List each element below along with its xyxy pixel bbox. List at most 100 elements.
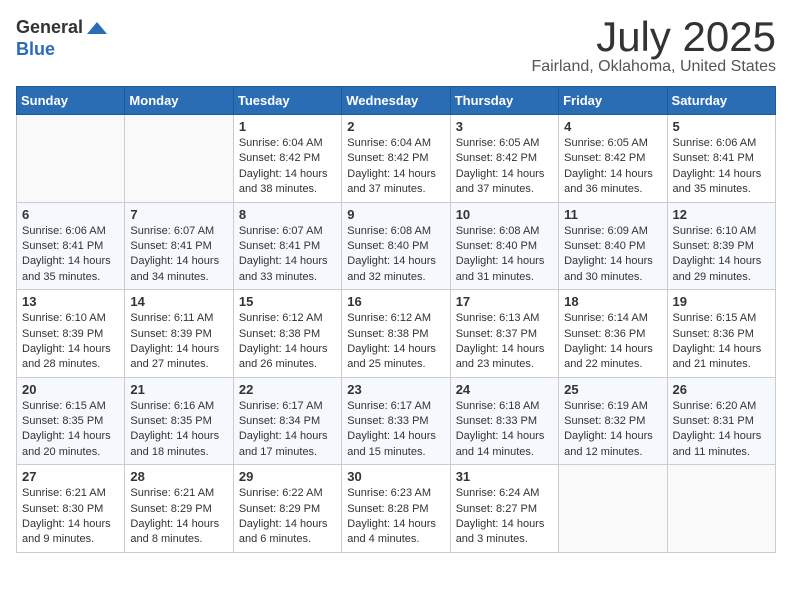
cell-text: Sunrise: 6:04 AM Sunset: 8:42 PM Dayligh… <box>239 136 336 198</box>
table-row: 12Sunrise: 6:10 AM Sunset: 8:39 PM Dayli… <box>667 202 775 290</box>
table-row: 28 Sunrise: 6:21 AM Sunset: 8:29 PM Dayli… <box>125 465 233 553</box>
col-monday: Monday <box>125 87 233 115</box>
cell-text: Sunrise: 6:06 AM Sunset: 8:41 PM Dayligh… <box>673 136 770 198</box>
calendar-week-row: 13 Sunrise: 6:10 AM Sunset: 8:39 PM Dayli… <box>17 290 776 378</box>
page-header: General Blue July 2025 Fairland, Oklahom… <box>16 16 776 76</box>
col-tuesday: Tuesday <box>233 87 341 115</box>
table-row: 7Sunrise: 6:07 AM Sunset: 8:41 PM Daylig… <box>125 202 233 290</box>
table-row: 6 Sunrise: 6:06 AM Sunset: 8:41 PM Daylig… <box>17 202 125 290</box>
cell-text: Sunrise: 6:19 AM Sunset: 8:32 PM Dayligh… <box>564 399 661 461</box>
table-row: 22Sunrise: 6:17 AM Sunset: 8:34 PM Dayli… <box>233 377 341 465</box>
table-row: 27Sunrise: 6:21 AM Sunset: 8:30 PM Dayli… <box>17 465 125 553</box>
day-number: 13 <box>22 294 119 309</box>
cell-text: Sunrise: 6:12 AM Sunset: 8:38 PM Dayligh… <box>239 311 336 373</box>
table-row: 4 Sunrise: 6:05 AM Sunset: 8:42 PM Daylig… <box>559 115 667 203</box>
cell-text: Sunrise: 6:08 AM Sunset: 8:40 PM Dayligh… <box>347 224 444 286</box>
table-row: 19Sunrise: 6:15 AM Sunset: 8:36 PM Dayli… <box>667 290 775 378</box>
day-number: 10 <box>456 207 553 222</box>
table-row: 16 Sunrise: 6:12 AM Sunset: 8:38 PM Dayli… <box>342 290 450 378</box>
cell-text: Sunrise: 6:08 AM Sunset: 8:40 PM Dayligh… <box>456 224 553 286</box>
day-number: 17 <box>456 294 553 309</box>
table-row: 3Sunrise: 6:05 AM Sunset: 8:42 PM Daylig… <box>450 115 558 203</box>
cell-text: Sunrise: 6:09 AM Sunset: 8:40 PM Dayligh… <box>564 224 661 286</box>
cell-text: Sunrise: 6:12 AM Sunset: 8:38 PM Dayligh… <box>347 311 444 373</box>
day-number: 16 <box>347 294 444 309</box>
day-number: 29 <box>239 469 336 484</box>
day-number: 27 <box>22 469 119 484</box>
day-number: 26 <box>673 382 770 397</box>
cell-text: Sunrise: 6:04 AM Sunset: 8:42 PM Dayligh… <box>347 136 444 198</box>
cell-text: Sunrise: 6:05 AM Sunset: 8:42 PM Dayligh… <box>456 136 553 198</box>
cell-text: Sunrise: 6:11 AM Sunset: 8:39 PM Dayligh… <box>130 311 227 373</box>
col-friday: Friday <box>559 87 667 115</box>
table-row: 14 Sunrise: 6:11 AM Sunset: 8:39 PM Dayli… <box>125 290 233 378</box>
table-row: 31 Sunrise: 6:24 AM Sunset: 8:27 PM Dayli… <box>450 465 558 553</box>
calendar-header-row: Sunday Monday Tuesday Wednesday Thursday… <box>17 87 776 115</box>
day-number: 4 <box>564 119 661 134</box>
cell-text: Sunrise: 6:15 AM Sunset: 8:35 PM Dayligh… <box>22 399 119 461</box>
table-row: 25 Sunrise: 6:19 AM Sunset: 8:32 PM Dayli… <box>559 377 667 465</box>
cell-text: Sunrise: 6:05 AM Sunset: 8:42 PM Dayligh… <box>564 136 661 198</box>
calendar-week-row: 27Sunrise: 6:21 AM Sunset: 8:30 PM Dayli… <box>17 465 776 553</box>
logo-icon <box>85 16 109 40</box>
calendar-week-row: 6 Sunrise: 6:06 AM Sunset: 8:41 PM Daylig… <box>17 202 776 290</box>
table-row: 20 Sunrise: 6:15 AM Sunset: 8:35 PM Dayli… <box>17 377 125 465</box>
table-row: 10 Sunrise: 6:08 AM Sunset: 8:40 PM Dayli… <box>450 202 558 290</box>
day-number: 24 <box>456 382 553 397</box>
cell-text: Sunrise: 6:14 AM Sunset: 8:36 PM Dayligh… <box>564 311 661 373</box>
table-row: 5 Sunrise: 6:06 AM Sunset: 8:41 PM Daylig… <box>667 115 775 203</box>
table-row: 21 Sunrise: 6:16 AM Sunset: 8:35 PM Dayli… <box>125 377 233 465</box>
day-number: 14 <box>130 294 227 309</box>
day-number: 31 <box>456 469 553 484</box>
cell-text: Sunrise: 6:16 AM Sunset: 8:35 PM Dayligh… <box>130 399 227 461</box>
cell-text: Sunrise: 6:17 AM Sunset: 8:33 PM Dayligh… <box>347 399 444 461</box>
table-row: 30 Sunrise: 6:23 AM Sunset: 8:28 PM Dayli… <box>342 465 450 553</box>
day-number: 12 <box>673 207 770 222</box>
logo-text-general: General <box>16 18 83 38</box>
cell-text: Sunrise: 6:10 AM Sunset: 8:39 PM Dayligh… <box>22 311 119 373</box>
table-row: 18Sunrise: 6:14 AM Sunset: 8:36 PM Dayli… <box>559 290 667 378</box>
cell-text: Sunrise: 6:24 AM Sunset: 8:27 PM Dayligh… <box>456 486 553 548</box>
cell-text: Sunrise: 6:07 AM Sunset: 8:41 PM Dayligh… <box>239 224 336 286</box>
table-row: 9 Sunrise: 6:08 AM Sunset: 8:40 PM Daylig… <box>342 202 450 290</box>
table-row <box>667 465 775 553</box>
day-number: 2 <box>347 119 444 134</box>
day-number: 21 <box>130 382 227 397</box>
table-row: 24 Sunrise: 6:18 AM Sunset: 8:33 PM Dayli… <box>450 377 558 465</box>
title-area: July 2025 Fairland, Oklahoma, United Sta… <box>531 16 776 76</box>
day-number: 30 <box>347 469 444 484</box>
col-thursday: Thursday <box>450 87 558 115</box>
day-number: 5 <box>673 119 770 134</box>
month-title: July 2025 <box>531 16 776 58</box>
table-row <box>17 115 125 203</box>
table-row: 11 Sunrise: 6:09 AM Sunset: 8:40 PM Dayli… <box>559 202 667 290</box>
cell-text: Sunrise: 6:06 AM Sunset: 8:41 PM Dayligh… <box>22 224 119 286</box>
calendar-week-row: 20 Sunrise: 6:15 AM Sunset: 8:35 PM Dayli… <box>17 377 776 465</box>
cell-text: Sunrise: 6:23 AM Sunset: 8:28 PM Dayligh… <box>347 486 444 548</box>
table-row: 1 Sunrise: 6:04 AM Sunset: 8:42 PM Daylig… <box>233 115 341 203</box>
day-number: 9 <box>347 207 444 222</box>
day-number: 25 <box>564 382 661 397</box>
day-number: 11 <box>564 207 661 222</box>
col-saturday: Saturday <box>667 87 775 115</box>
day-number: 20 <box>22 382 119 397</box>
table-row: 8 Sunrise: 6:07 AM Sunset: 8:41 PM Daylig… <box>233 202 341 290</box>
day-number: 28 <box>130 469 227 484</box>
logo-text-blue: Blue <box>16 40 55 60</box>
table-row: 29Sunrise: 6:22 AM Sunset: 8:29 PM Dayli… <box>233 465 341 553</box>
day-number: 6 <box>22 207 119 222</box>
table-row: 13 Sunrise: 6:10 AM Sunset: 8:39 PM Dayli… <box>17 290 125 378</box>
table-row: 17Sunrise: 6:13 AM Sunset: 8:37 PM Dayli… <box>450 290 558 378</box>
cell-text: Sunrise: 6:15 AM Sunset: 8:36 PM Dayligh… <box>673 311 770 373</box>
day-number: 15 <box>239 294 336 309</box>
cell-text: Sunrise: 6:21 AM Sunset: 8:29 PM Dayligh… <box>130 486 227 548</box>
cell-text: Sunrise: 6:18 AM Sunset: 8:33 PM Dayligh… <box>456 399 553 461</box>
day-number: 8 <box>239 207 336 222</box>
logo: General Blue <box>16 16 109 60</box>
col-sunday: Sunday <box>17 87 125 115</box>
table-row: 23Sunrise: 6:17 AM Sunset: 8:33 PM Dayli… <box>342 377 450 465</box>
cell-text: Sunrise: 6:07 AM Sunset: 8:41 PM Dayligh… <box>130 224 227 286</box>
day-number: 1 <box>239 119 336 134</box>
cell-text: Sunrise: 6:17 AM Sunset: 8:34 PM Dayligh… <box>239 399 336 461</box>
location-title: Fairland, Oklahoma, United States <box>531 58 776 76</box>
